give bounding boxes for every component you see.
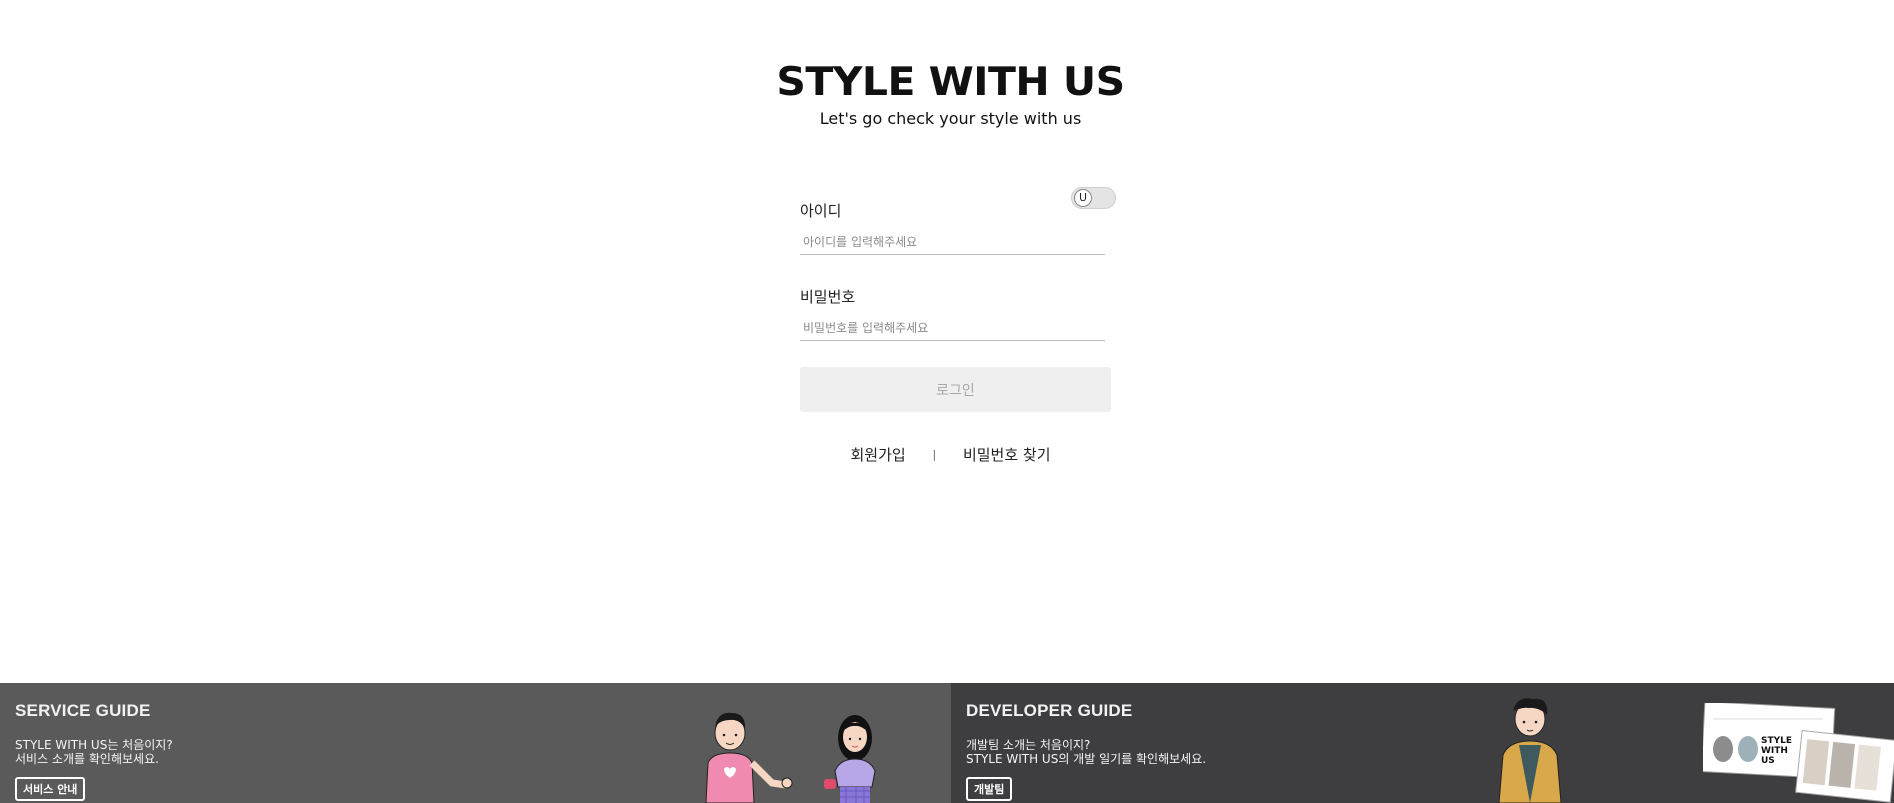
login-button[interactable]: 로그인 bbox=[800, 367, 1111, 412]
service-guide-line1: STYLE WITH US는 처음이지? bbox=[15, 738, 173, 752]
service-guide-title: SERVICE GUIDE bbox=[15, 701, 151, 720]
preview-logo-line1: STYLE bbox=[1761, 736, 1792, 746]
developer-illustration bbox=[1498, 698, 1562, 803]
find-password-link[interactable]: 비밀번호 찾기 bbox=[963, 446, 1051, 464]
password-label: 비밀번호 bbox=[800, 288, 856, 306]
tagline: Let's go check your style with us bbox=[819, 109, 1082, 128]
developer-guide-title: DEVELOPER GUIDE bbox=[966, 701, 1133, 720]
developer-guide-line2: STYLE WITH US의 개발 일기를 확인해보세요. bbox=[966, 752, 1207, 766]
user-type-toggle[interactable]: U bbox=[1071, 187, 1116, 209]
developer-guide-description: 개발팀 소개는 처음이지? STYLE WITH US의 개발 일기를 확인해보… bbox=[966, 738, 1206, 766]
preview-logo-line2: WITH bbox=[1761, 746, 1788, 756]
id-input[interactable] bbox=[800, 229, 1105, 255]
service-guide-line2: 서비스 소개를 확인해보세요. bbox=[15, 752, 159, 766]
toggle-knob: U bbox=[1074, 189, 1092, 207]
link-separator: | bbox=[932, 448, 937, 461]
developer-guide-banner: DEVELOPER GUIDE 개발팀 소개는 처음이지? STYLE WITH… bbox=[951, 683, 1894, 803]
developer-guide-button[interactable]: 개발팀 bbox=[966, 777, 1013, 801]
website-preview-illustration: STYLE WITH US bbox=[1703, 703, 1894, 803]
preview-logo-line3: US bbox=[1761, 756, 1775, 766]
couple-illustration bbox=[705, 712, 876, 803]
auth-links: 회원가입 | 비밀번호 찾기 bbox=[0, 444, 1894, 465]
site-logo: STYLE WITH US bbox=[776, 60, 1125, 105]
id-label: 아이디 bbox=[800, 202, 842, 220]
signup-link[interactable]: 회원가입 bbox=[850, 446, 905, 464]
service-guide-banner: SERVICE GUIDE STYLE WITH US는 처음이지? 서비스 소… bbox=[0, 683, 951, 803]
service-guide-button[interactable]: 서비스 안내 bbox=[15, 777, 86, 801]
service-guide-description: STYLE WITH US는 처음이지? 서비스 소개를 확인해보세요. bbox=[15, 738, 173, 766]
developer-guide-line1: 개발팀 소개는 처음이지? bbox=[966, 738, 1091, 752]
password-input[interactable] bbox=[800, 315, 1105, 341]
